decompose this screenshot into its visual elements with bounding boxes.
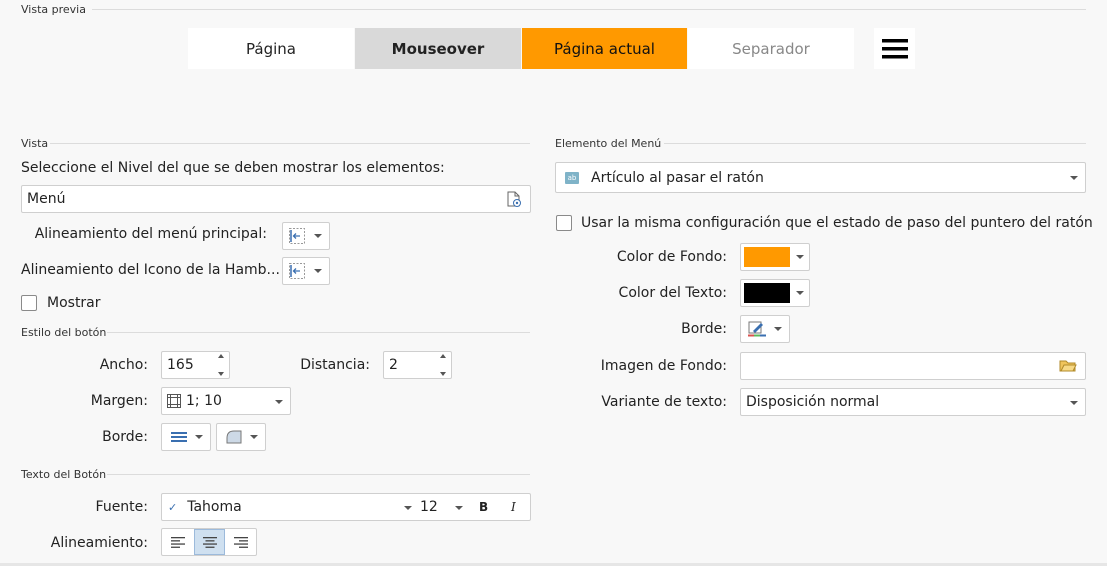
button-style-divider <box>107 332 530 333</box>
margin-label: Margen: <box>90 393 148 409</box>
distance-label: Distancia: <box>300 357 370 373</box>
increment-icon[interactable] <box>440 354 446 358</box>
width-value: 165 <box>167 357 194 373</box>
bold-button[interactable]: B <box>479 500 488 514</box>
tab-current-page-label: Página actual <box>554 39 655 58</box>
distance-stepper[interactable]: 2 <box>383 351 452 379</box>
chevron-down-icon <box>275 400 283 404</box>
decrement-icon[interactable] <box>440 372 446 376</box>
main-menu-alignment-select[interactable] <box>282 222 330 250</box>
font-size-value[interactable]: 12 <box>420 499 438 515</box>
bg-color-swatch <box>744 247 790 267</box>
border-pen-icon <box>748 321 766 337</box>
font-size-chevron-down-icon[interactable] <box>455 506 463 510</box>
text-color-picker[interactable] <box>740 279 810 307</box>
chevron-down-icon <box>195 435 203 439</box>
button-text-section-title: Texto del Botón <box>21 468 107 481</box>
level-prompt: Seleccione el Nivel del que se deben mos… <box>21 160 445 176</box>
menu-element-select[interactable]: ab Artículo al pasar el ratón <box>555 162 1086 193</box>
show-label: Mostrar <box>47 295 101 311</box>
chevron-down-icon <box>1070 176 1078 180</box>
align-left-icon <box>289 263 305 279</box>
same-config-label: Usar la misma configuración que el estad… <box>581 215 1093 231</box>
hamburger-menu-icon[interactable] <box>874 28 915 69</box>
chevron-down-icon <box>774 327 782 331</box>
italic-button[interactable]: I <box>511 500 516 514</box>
menu-element-section-title: Elemento del Menú <box>555 137 662 150</box>
tab-page-label: Página <box>246 39 296 58</box>
vista-section-title: Vista <box>21 137 49 150</box>
chevron-down-icon <box>314 234 322 238</box>
tab-separator-label: Separador <box>732 39 810 58</box>
button-style-section-title: Estilo del botón <box>21 326 107 339</box>
align-left-icon <box>289 228 305 244</box>
font-chevron-down-icon[interactable] <box>404 506 412 510</box>
menu-element-divider <box>664 143 1086 144</box>
tab-separator[interactable]: Separador <box>688 28 854 69</box>
text-variant-select[interactable]: Disposición normal <box>740 388 1086 416</box>
bg-color-picker[interactable] <box>740 243 810 271</box>
tab-current-page[interactable]: Página actual <box>522 28 687 69</box>
chevron-down-icon <box>1070 401 1078 405</box>
chevron-down-icon <box>796 255 804 259</box>
align-text-left-button[interactable] <box>162 529 194 555</box>
folder-open-icon[interactable] <box>1059 358 1077 377</box>
chevron-down-icon <box>250 435 258 439</box>
alignment-label: Alineamiento: <box>50 535 148 551</box>
distance-value: 2 <box>389 357 398 373</box>
text-item-icon: ab <box>565 171 579 184</box>
chevron-down-icon <box>314 269 322 273</box>
text-variant-value: Disposición normal <box>746 394 880 410</box>
border-lines-select[interactable] <box>161 423 211 451</box>
main-menu-alignment-label: Alineamiento del menú principal: <box>34 226 267 242</box>
bg-image-field[interactable] <box>740 352 1086 380</box>
rounded-corner-icon <box>226 430 242 444</box>
same-config-checkbox[interactable] <box>556 215 572 231</box>
align-text-left-icon <box>171 536 185 548</box>
font-value[interactable]: Tahoma <box>187 499 241 515</box>
font-field[interactable]: ✓ Tahoma 12 B I <box>161 493 531 521</box>
text-color-swatch <box>744 283 790 303</box>
width-spinner[interactable] <box>215 354 227 376</box>
level-select[interactable]: Menú <box>21 185 531 213</box>
vista-divider <box>50 143 530 144</box>
button-text-divider <box>107 474 530 475</box>
margin-value: 1; 10 <box>186 393 222 409</box>
decrement-icon[interactable] <box>218 372 224 376</box>
align-text-center-icon <box>202 536 217 548</box>
align-text-right-button[interactable] <box>225 529 256 555</box>
preview-section-title: Vista previa <box>21 3 86 16</box>
show-checkbox[interactable] <box>21 295 37 311</box>
font-label: Fuente: <box>95 499 148 515</box>
border-lines-icon <box>171 432 187 442</box>
tab-mouseover[interactable]: Mouseover <box>355 28 521 69</box>
text-color-label: Color del Texto: <box>618 285 727 301</box>
button-border-label: Borde: <box>102 429 148 445</box>
page-settings-icon[interactable] <box>506 191 522 212</box>
menu-border-label: Borde: <box>681 321 727 337</box>
align-text-center-button[interactable] <box>194 529 225 555</box>
check-icon: ✓ <box>168 500 178 514</box>
width-label: Ancho: <box>99 357 148 373</box>
preview-divider <box>92 9 1086 10</box>
tab-mouseover-label: Mouseover <box>391 39 485 58</box>
tab-page[interactable]: Página <box>188 28 354 69</box>
distance-spinner[interactable] <box>437 354 449 376</box>
text-variant-label: Variante de texto: <box>601 394 727 410</box>
width-stepper[interactable]: 165 <box>161 351 230 379</box>
increment-icon[interactable] <box>218 354 224 358</box>
menu-element-value: Artículo al pasar el ratón <box>591 169 764 186</box>
hamburger-icon-alignment-label: Alineamiento del Icono de la Hamb... <box>21 262 280 278</box>
text-alignment-group <box>161 528 257 556</box>
chevron-down-icon <box>796 291 804 295</box>
bg-image-label: Imagen de Fondo: <box>600 358 727 374</box>
margin-grid-icon <box>167 394 181 408</box>
level-value: Menú <box>27 191 66 207</box>
menu-border-picker[interactable] <box>740 315 790 343</box>
hamburger-icon-alignment-select[interactable] <box>282 257 330 285</box>
border-radius-select[interactable] <box>216 423 266 451</box>
bg-color-label: Color de Fondo: <box>616 249 727 265</box>
align-text-right-icon <box>233 536 248 548</box>
margin-select[interactable]: 1; 10 <box>161 387 291 415</box>
